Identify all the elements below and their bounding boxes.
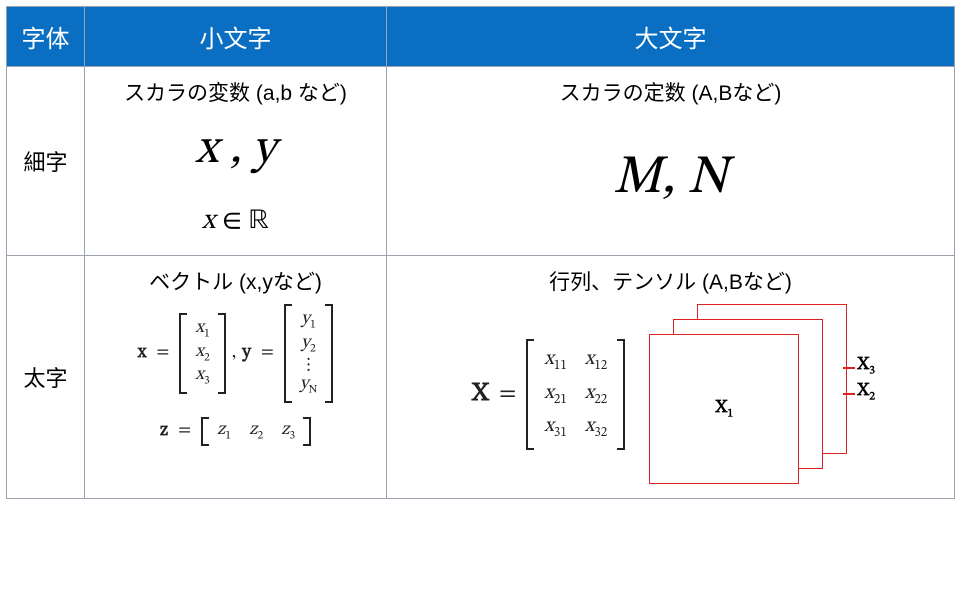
header-typeface: 字体: [7, 7, 85, 67]
cell-thin-upper: スカラの定数 (A,Bなど) M, N: [387, 67, 955, 256]
header-uppercase: 大文字: [387, 7, 955, 67]
comma-1: ,: [232, 344, 236, 364]
vec-z-label: z: [160, 422, 168, 442]
row-bold: 太字 ベクトル (x,yなど) x = x1 x2 x3: [7, 256, 955, 499]
rowheader-thin: 細字: [7, 67, 85, 256]
vec-z: z1 z2 z3: [201, 417, 311, 446]
vec-x: x1 x2 x3: [179, 313, 225, 393]
eq-4: =: [499, 380, 516, 409]
tensor-sheet-1: X1: [649, 334, 799, 484]
expr-MN: M, N: [393, 141, 948, 217]
eq-3: =: [178, 422, 191, 442]
tensor-stack: X1 X3 X2: [649, 304, 869, 484]
vec-y: y1 y2 ⋮ yN: [284, 304, 333, 403]
rowheader-bold: 太字: [7, 256, 85, 499]
vector-z: z = z1 z2 z3: [91, 417, 380, 446]
vectors-x-y: x = x1 x2 x3 , y =: [91, 304, 380, 403]
cell-title-bold-upper: 行列、テンソル (A,Bなど): [393, 266, 948, 296]
cell-thin-lower: スカラの変数 (a,b など) x , y x ∈ ℝ: [85, 67, 387, 256]
eq-2: =: [261, 344, 274, 364]
notation-table: 字体 小文字 大文字 細字 スカラの変数 (a,b など) x , y x ∈ …: [6, 6, 955, 499]
expr-in: ∈: [222, 207, 249, 235]
cell-title-thin-upper: スカラの定数 (A,Bなど): [393, 77, 948, 107]
cell-title-thin-lower: スカラの変数 (a,b など): [91, 77, 380, 107]
cell-title-bold-lower: ベクトル (x,yなど): [91, 266, 380, 296]
matrix-X: X = x11 x12 x21 x22 x31 x32: [472, 339, 625, 450]
mat-X-label: X: [472, 379, 489, 410]
vec-y-label: y: [242, 344, 251, 364]
tensor-label-2: X2: [857, 380, 875, 405]
eq-1: =: [156, 344, 169, 364]
header-row: 字体 小文字 大文字: [7, 7, 955, 67]
header-lowercase: 小文字: [85, 7, 387, 67]
row-thin: 細字 スカラの変数 (a,b など) x , y x ∈ ℝ スカラの定数 (A…: [7, 67, 955, 256]
vec-x-label: x: [138, 344, 147, 364]
tensor-label-3: X3: [857, 354, 875, 379]
cell-bold-lower: ベクトル (x,yなど) x = x1 x2 x3 , y: [85, 256, 387, 499]
expr-x-in-R: x ∈ ℝ: [91, 202, 380, 241]
matrix-tensor-row: X = x11 x12 x21 x22 x31 x32: [393, 304, 948, 484]
expr-xy: x , y: [91, 117, 380, 184]
mat-X-body: x11 x12 x21 x22 x31 x32: [526, 339, 625, 450]
tensor-label-1: X1: [715, 397, 733, 422]
expr-x: x: [202, 207, 215, 235]
expr-R: ℝ: [249, 207, 269, 235]
cell-bold-upper: 行列、テンソル (A,Bなど) X = x11 x12 x21 x22: [387, 256, 955, 499]
